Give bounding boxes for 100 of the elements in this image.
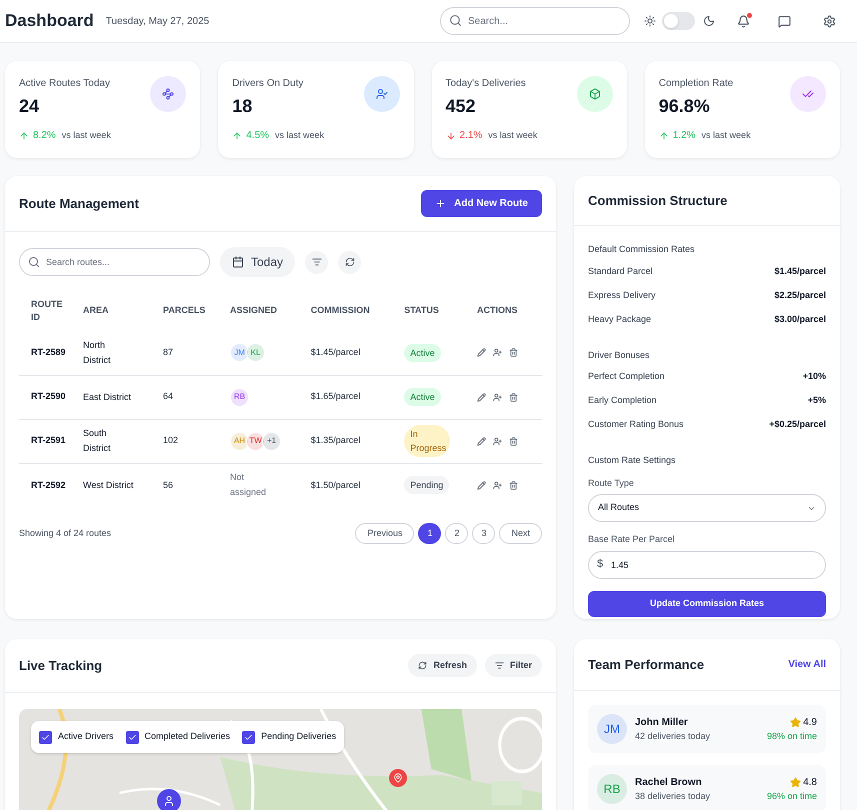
pagination-button[interactable]: 1 — [418, 523, 442, 544]
pagination-button[interactable]: Previous — [355, 523, 414, 544]
edit-button[interactable] — [477, 436, 486, 446]
route-id: RT-2591 — [31, 435, 66, 446]
stat-value: 24 — [19, 95, 40, 118]
calendar-icon — [232, 256, 244, 268]
assign-driver-button[interactable] — [493, 392, 502, 402]
on-time-rate: 98% on time — [766, 730, 817, 743]
change-value: 2.1% — [460, 129, 482, 143]
assign-driver-button[interactable] — [493, 348, 502, 358]
pagination-button[interactable]: 3 — [472, 523, 496, 544]
member-name: John Miller — [635, 716, 689, 730]
edit-button[interactable] — [477, 392, 486, 402]
date-filter-button[interactable]: Today — [220, 247, 296, 277]
checkbox[interactable] — [126, 730, 139, 744]
change-note: vs last week — [62, 128, 111, 142]
search-field[interactable]: Search... — [440, 7, 630, 35]
route-id: RT-2592 — [31, 480, 66, 490]
delete-button[interactable] — [509, 480, 518, 490]
unassigned-text: Not assigned — [230, 471, 268, 500]
rating-value: 4.9 — [803, 716, 817, 730]
column-header: COMMISSION — [310, 305, 370, 316]
route-id: RT-2590 — [31, 391, 66, 402]
stat-label: Completion Rate — [658, 77, 734, 91]
rate-label: Perfect Completion — [588, 370, 665, 383]
check-icon — [41, 732, 50, 742]
user-icon — [364, 76, 400, 112]
column-header: ASSIGNED — [230, 305, 278, 316]
commission-rate: $1.50/parcel — [310, 480, 360, 490]
avatar: TW — [246, 432, 266, 450]
delete-button[interactable] — [509, 348, 518, 358]
section-title: Commission Structure — [588, 192, 728, 210]
edit-button[interactable] — [477, 480, 486, 490]
refresh-button[interactable]: Refresh — [408, 654, 477, 677]
commission-rate: $1.35/parcel — [310, 435, 360, 446]
settings-button[interactable] — [821, 12, 838, 30]
change-note: vs last week — [275, 128, 324, 142]
pagination-button[interactable]: 2 — [445, 523, 468, 544]
change-note: vs last week — [702, 128, 751, 142]
refresh-icon — [344, 257, 355, 267]
area-text: South District — [83, 427, 112, 455]
stat-label: Today's Deliveries — [446, 77, 526, 91]
status-badge: Active — [404, 388, 441, 406]
stat-value: 96.8% — [658, 95, 711, 118]
parcels-count: 64 — [163, 391, 174, 402]
area-text: West District — [83, 478, 134, 492]
stat-value: 452 — [446, 95, 477, 118]
delete-button[interactable] — [509, 436, 518, 446]
rate-value: +5% — [808, 394, 826, 407]
area-text: East District — [83, 390, 132, 404]
team-member-card[interactable]: JM John Miller 42 deliveries today 4.9 98% on time — [588, 705, 826, 753]
change-value: 8.2% — [33, 129, 56, 143]
theme-toggle[interactable] — [662, 12, 695, 30]
column-header: ROUTE ID — [31, 298, 64, 324]
rate-label: Customer Rating Bonus — [588, 418, 684, 431]
search-field[interactable]: Search routes... — [19, 248, 210, 276]
check-icon — [244, 732, 254, 742]
results-summary: Showing 4 of 24 routes — [19, 526, 112, 540]
stat-label: Active Routes Today — [19, 77, 110, 91]
update-rates-button[interactable]: Update Commission Rates — [588, 590, 826, 616]
rate-label: Heavy Package — [588, 312, 652, 326]
sun-icon — [644, 15, 656, 27]
route-type-select[interactable]: All Routes — [588, 494, 826, 522]
checkbox[interactable] — [39, 730, 52, 744]
assign-driver-button[interactable] — [493, 436, 502, 446]
section-title: Live Tracking — [19, 656, 102, 675]
status-badge: In Progress — [404, 425, 450, 457]
route-id: RT-2589 — [31, 347, 66, 357]
refresh-button[interactable] — [338, 250, 362, 274]
change-value: 1.2% — [672, 129, 696, 143]
rate-label: Early Completion — [588, 394, 657, 407]
column-header: AREA — [83, 305, 109, 316]
delete-button[interactable] — [509, 392, 518, 402]
rate-label: Express Delivery — [588, 288, 656, 302]
rating-value: 4.8 — [803, 776, 817, 790]
pagination-button[interactable]: Next — [499, 523, 542, 544]
stat-value: 18 — [232, 95, 254, 118]
notifications-button[interactable] — [735, 12, 752, 30]
avatar: KL — [246, 343, 266, 362]
rate-value: +$0.25/parcel — [769, 418, 826, 431]
field-label: Route Type — [588, 476, 635, 490]
moon-icon — [703, 15, 715, 27]
filter-button[interactable] — [305, 250, 328, 274]
avatar: +1 — [262, 432, 282, 450]
change-note: vs last week — [488, 128, 538, 142]
team-member-card[interactable]: RB Rachel Brown 38 deliveries today 4.8 96% on time — [588, 765, 826, 810]
edit-button[interactable] — [477, 348, 486, 358]
double-check-icon — [790, 76, 826, 112]
add-route-button[interactable]: Add New Route — [421, 190, 542, 217]
rate-value: $3.00/parcel — [774, 312, 826, 326]
filter-button[interactable]: Filter — [484, 654, 542, 677]
avatar: JM — [597, 714, 627, 744]
section-title: Route Management — [19, 194, 139, 213]
search-icon — [28, 256, 40, 268]
view-all-link[interactable]: View All — [788, 657, 826, 672]
section-title: Team Performance — [588, 656, 704, 674]
page-title: Dashboard — [5, 10, 94, 32]
member-deliveries: 38 deliveries today — [635, 790, 710, 803]
assign-driver-button[interactable] — [493, 480, 502, 490]
checkbox[interactable] — [242, 730, 256, 744]
